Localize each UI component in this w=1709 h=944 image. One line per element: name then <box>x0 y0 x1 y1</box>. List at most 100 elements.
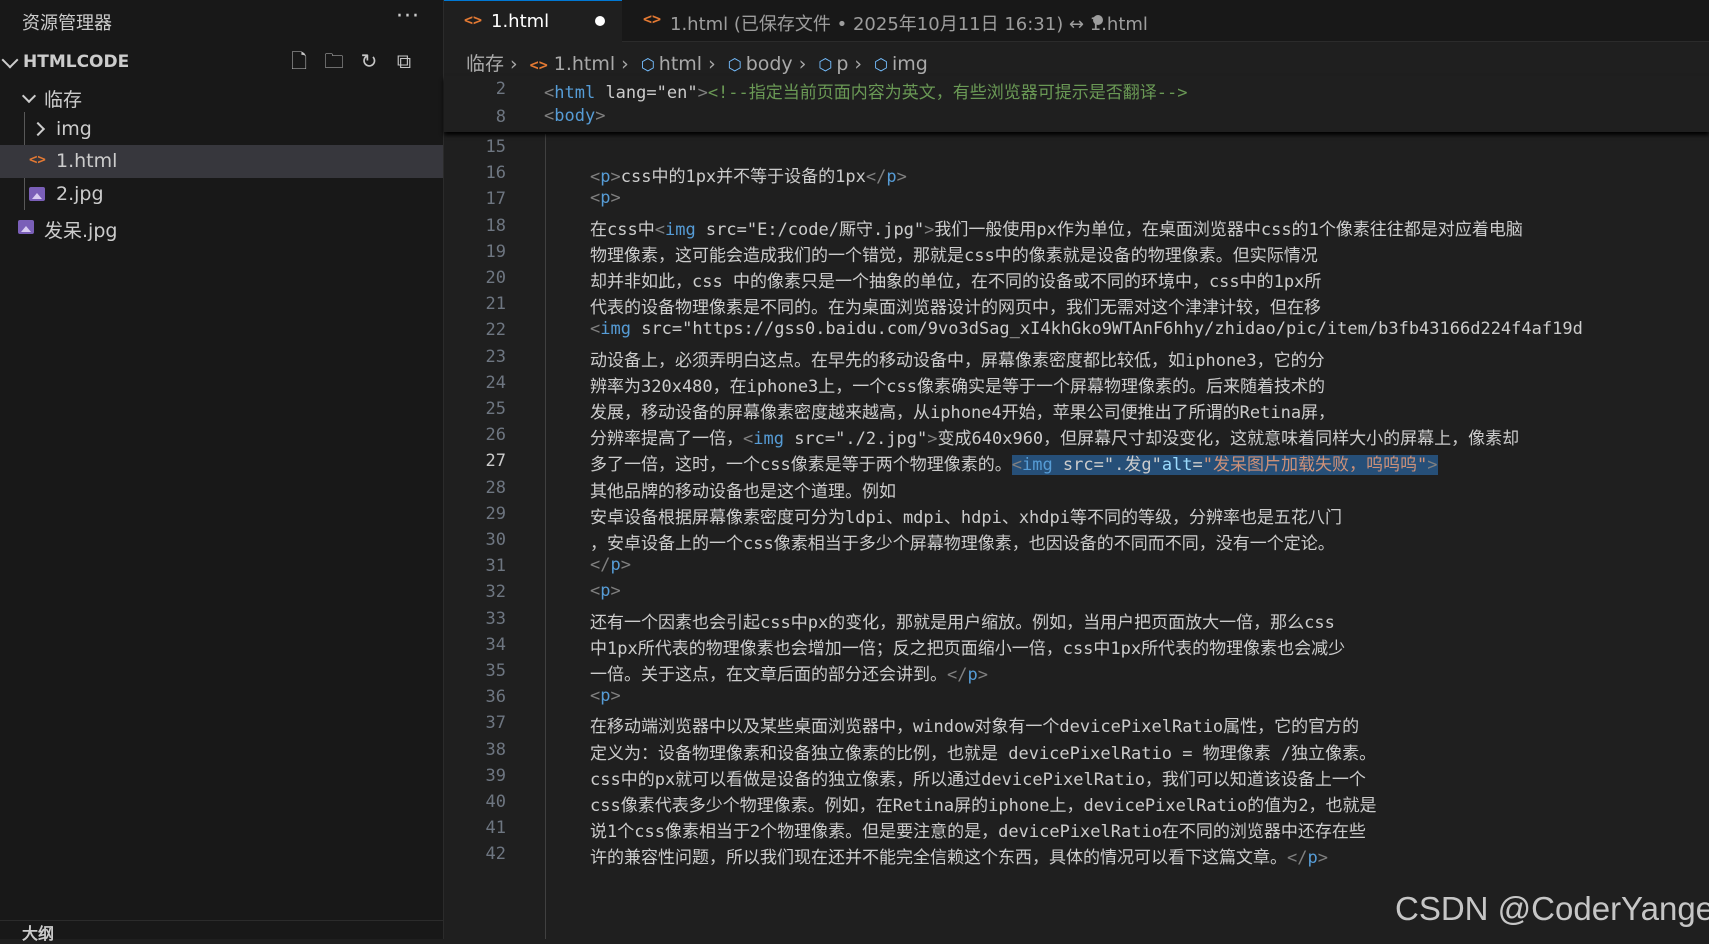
line-number: 42 <box>485 844 506 865</box>
sticky-scroll[interactable]: 2 <html lang="en"><!--指定当前页面内容为英文，有些浏览器可提… <box>444 76 1709 132</box>
outline-title: 大纲 <box>22 924 55 943</box>
breadcrumb-item[interactable]: 临存 <box>466 53 504 75</box>
html-file-icon: <> <box>529 56 548 74</box>
line-number: 35 <box>485 661 506 681</box>
code-line[interactable]: 41 说1个css像素相当于2个物理像素。但是要注意的是，devicePixelR… <box>444 815 1709 843</box>
chevron-down-icon[interactable] <box>1 51 19 69</box>
code-text: css像素代表多少个物理像素。例如，在Retina屏的iphone上，devic… <box>590 796 1377 816</box>
code-text: <img src="https://gss0.baidu.com/9vo3dSa… <box>590 319 1583 340</box>
code-text: </p> <box>590 555 631 576</box>
line-number: 20 <box>485 268 506 288</box>
line-number: 15 <box>485 137 506 157</box>
code-line[interactable]: 30 ，安卓设备上的一个css像素相当于多少个屏幕物理像素，也因设备的不同而不同，… <box>444 527 1709 555</box>
chevron-right-icon: › <box>708 53 716 75</box>
breadcrumb-item[interactable]: body <box>746 53 793 75</box>
line-number: 24 <box>485 372 506 393</box>
code-text: ，安卓设备上的一个css像素相当于多少个屏幕物理像素，也因设备的不同而不同，没有… <box>590 534 1335 554</box>
code-line[interactable]: 33 还有一个因素也会引起css中px的变化，那就是用户缩放。例如，当用户把页面放… <box>444 606 1709 634</box>
code-line[interactable]: 34 中1px所代表的物理像素也会增加一倍；反之把页面缩小一倍，css中1px所代… <box>444 632 1709 660</box>
tab-diff[interactable]: <> 1.html (已保存文件 • 2025年10月11日 16:31) ↔ … <box>623 0 1148 41</box>
code-text: 多了一倍，这时，一个css像素是等于两个物理像素的。<img src=".发g"… <box>590 455 1438 476</box>
code-text: 其他品牌的移动设备也是这个道理。例如 <box>590 481 896 502</box>
code-line[interactable]: 19 物理像素，这可能会造成我们的一个错觉，那就是css中的像素就是设备的物理像素… <box>444 239 1709 267</box>
code-line[interactable]: 15 <box>444 134 1709 162</box>
line-number: 40 <box>485 792 506 812</box>
code-line[interactable]: 23 动设备上，必须弄明白这点。在早先的移动设备中，屏幕像素密度都比较低，如iph… <box>444 344 1709 372</box>
code-line[interactable]: 28 其他品牌的移动设备也是这个道理。例如 <box>444 475 1709 503</box>
code-text: <p> <box>590 188 621 209</box>
element-icon: ⬡ <box>727 55 742 74</box>
code-line[interactable]: 32 <p> <box>444 579 1709 607</box>
line-number: 23 <box>485 346 506 367</box>
code-line[interactable]: 25 发展，移动设备的屏幕像素密度越来越高，从iphone4开始，苹果公司便推出了… <box>444 396 1709 424</box>
code-text: <html lang="en"><!--指定当前页面内容为英文，有些浏览器可提示… <box>544 83 1188 103</box>
code-line[interactable]: 18 在css中<img src="E:/code/厮守.jpg">我们一般使用p… <box>444 213 1709 241</box>
html-file-icon: <> <box>29 152 46 168</box>
tree-item-folder-img[interactable]: img <box>0 113 443 146</box>
html-file-icon: <> <box>643 10 662 28</box>
code-text: 定义为：设备物理像素和设备独立像素的比例，也就是 devicePixelRati… <box>590 743 1377 764</box>
line-number: 39 <box>485 765 506 786</box>
line-number: 32 <box>485 582 506 603</box>
workspace-section[interactable]: HTMLCODE 🗋 🗀 ↻ ⧉ <box>0 46 443 80</box>
tab-1-html[interactable]: <> 1.html <box>444 0 622 42</box>
code-line[interactable]: 38 定义为：设备物理像素和设备独立像素的比例，也就是 devicePixelRa… <box>444 737 1709 765</box>
tree-item-folder-temp[interactable]: 临存 <box>0 80 443 113</box>
breadcrumb-item[interactable]: html <box>659 53 702 75</box>
line-number: 34 <box>485 634 506 655</box>
tree-item-file-jpg[interactable]: 发呆.jpg <box>0 211 443 244</box>
code-line[interactable]: 21 代表的设备物理像素是不同的。在为桌面浏览器设计的网页中，我们无需对这个津津计… <box>444 291 1709 319</box>
code-line[interactable]: 27 多了一倍，这时，一个css像素是等于两个物理像素的。<img src=".发… <box>444 448 1709 476</box>
code-line[interactable]: 29 安卓设备根据屏幕像素密度可分为ldpi、mdpi、hdpi、xhdpi等不同… <box>444 501 1709 529</box>
outline-section[interactable]: 大纲 <box>0 920 443 943</box>
collapse-all-icon[interactable]: ⧉ <box>393 50 415 72</box>
tree-item-label: 2.jpg <box>56 183 104 205</box>
watermark: CSDN @CoderYanger <box>1395 890 1709 927</box>
code-line[interactable]: 17 <p> <box>444 186 1709 214</box>
code-line[interactable]: 26 分辨率提高了一倍，<img src="./2.jpg">变成640x960，… <box>444 422 1709 450</box>
unsaved-dot-icon[interactable] <box>595 16 605 26</box>
breadcrumb-item[interactable]: 1.html <box>554 53 615 75</box>
line-number: 33 <box>485 608 506 629</box>
breadcrumb-item[interactable]: p <box>836 53 848 75</box>
code-line[interactable]: 24 辨率为320x480，在iphone3上，一个css像素确实是等于一个屏幕物… <box>444 370 1709 398</box>
code-text: 中1px所代表的物理像素也会增加一倍；反之把页面缩小一倍，css中1px所代表的… <box>590 638 1346 659</box>
code-line[interactable]: 22 <img src="https://gss0.baidu.com/9vo3d… <box>444 317 1709 345</box>
new-file-icon[interactable]: 🗋 <box>288 50 310 72</box>
code-text: 却并非如此，css 中的像素只是一个抽象的单位，在不同的设备或不同的环境中，cs… <box>590 272 1322 292</box>
line-number: 26 <box>485 425 506 446</box>
code-text: 说1个css像素相当于2个物理像素。但是要注意的是，devicePixelRat… <box>590 822 1366 843</box>
code-text: 安卓设备根据屏幕像素密度可分为ldpi、mdpi、hdpi、xhdpi等不同的等… <box>590 507 1342 528</box>
chevron-right-icon <box>30 121 46 137</box>
code-line[interactable]: 31 </p> <box>444 553 1709 581</box>
more-actions-icon[interactable]: ··· <box>396 4 420 29</box>
code-text: <p>css中的1px并不等于设备的1px</p> <box>590 167 907 188</box>
explorer-actions: 🗋 🗀 ↻ ⧉ <box>288 50 415 72</box>
line-number: 30 <box>485 530 506 550</box>
element-icon: ⬡ <box>818 55 833 74</box>
code-text: 物理像素，这可能会造成我们的一个错觉，那就是css中的像素就是设备的物理像素。但… <box>590 245 1318 266</box>
code-line[interactable]: 36 <p> <box>444 684 1709 712</box>
line-number: 25 <box>485 399 506 419</box>
sticky-line[interactable]: 8 <body> <box>444 104 1709 132</box>
code-line[interactable]: 35 一倍。关于这点，在文章后面的部分还会讲到。</p> <box>444 658 1709 686</box>
code-line[interactable]: 37 在移动端浏览器中以及某些桌面浏览器中，window对象有一个devicePi… <box>444 710 1709 738</box>
line-number: 22 <box>485 320 506 341</box>
tab-label: 1.html <box>491 11 550 32</box>
unsaved-dot-icon[interactable] <box>1093 15 1103 25</box>
code-editor[interactable]: 15 16 <p>css中的1px并不等于设备的1px</p> 17 <p> 18 在css… <box>444 76 1709 939</box>
tree-item-file-jpg[interactable]: 2.jpg <box>0 178 443 211</box>
line-number: 31 <box>485 556 506 577</box>
code-line[interactable]: 40 css像素代表多少个物理像素。例如，在Retina屏的iphone上，dev… <box>444 789 1709 817</box>
sticky-line[interactable]: 2 <html lang="en"><!--指定当前页面内容为英文，有些浏览器可提… <box>444 76 1709 104</box>
tree-item-file-html[interactable]: <> 1.html <box>0 145 443 178</box>
code-line[interactable]: 39 css中的px就可以看做是设备的独立像素，所以通过devicePixelRa… <box>444 763 1709 791</box>
refresh-icon[interactable]: ↻ <box>358 50 380 72</box>
breadcrumb-item[interactable]: img <box>892 53 928 75</box>
chevron-right-icon: › <box>510 53 518 75</box>
code-line[interactable]: 16 <p>css中的1px并不等于设备的1px</p> <box>444 160 1709 188</box>
code-line[interactable]: 20 却并非如此，css 中的像素只是一个抽象的单位，在不同的设备或不同的环境中，… <box>444 265 1709 293</box>
new-folder-icon[interactable]: 🗀 <box>323 50 345 72</box>
code-line[interactable]: 42 许的兼容性问题，所以我们现在还并不能完全信赖这个东西，具体的情况可以看下这篇… <box>444 841 1709 869</box>
html-file-icon: <> <box>464 11 483 29</box>
